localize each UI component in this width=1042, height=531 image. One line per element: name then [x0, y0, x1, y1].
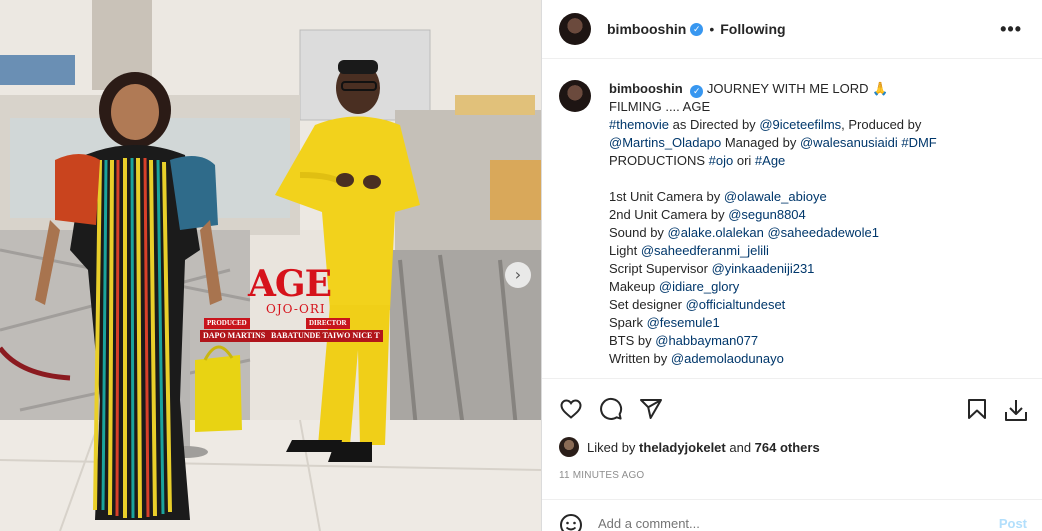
- mention-link[interactable]: @yinkaadeniji231: [712, 261, 815, 276]
- mention-link[interactable]: @saheedadewole1: [764, 225, 879, 240]
- credit-line: Written by @ademolaodunayo: [609, 350, 937, 368]
- mention-link[interactable]: @officialtundeset: [686, 297, 786, 312]
- liker-avatar[interactable]: [559, 437, 579, 457]
- caption-line1: JOURNEY WITH ME LORD 🙏: [706, 81, 889, 96]
- post-window: AGE OJO-ORI PRODUCED DIRECTOR DAPO MARTI…: [0, 0, 1042, 531]
- caption-username[interactable]: bimbooshin: [609, 81, 683, 96]
- likes-middle: and: [725, 439, 755, 455]
- header-username[interactable]: bimbooshin: [607, 21, 686, 37]
- caption-text-span: Managed by: [721, 135, 800, 150]
- following-button[interactable]: Following: [720, 21, 785, 37]
- comment-input[interactable]: [598, 516, 978, 531]
- director-label: DIRECTOR: [306, 318, 350, 329]
- caption-text-span: as Directed by: [668, 117, 760, 132]
- credit-line: Light @saheedferanmi_jelili: [609, 242, 937, 260]
- credit-line: Spark @fesemule1: [609, 314, 937, 332]
- comment-bar: Post: [542, 499, 1042, 531]
- verified-badge-icon: ✓: [690, 85, 704, 98]
- download-icon[interactable]: [1003, 397, 1029, 423]
- credit-label: Set designer: [609, 297, 686, 312]
- mention-link[interactable]: @9iceteefilms: [759, 117, 841, 132]
- liker-username[interactable]: theladyjokelet: [639, 440, 726, 455]
- post-sidebar: bimbooshin ✓ • Following ••• bimbooshin …: [541, 0, 1042, 531]
- credit-label: Written by: [609, 351, 671, 366]
- mention-link[interactable]: @fesemule1: [647, 315, 720, 330]
- comment-icon[interactable]: [599, 397, 623, 421]
- credit-label: Makeup: [609, 279, 659, 294]
- post-header: bimbooshin ✓ • Following •••: [542, 0, 1042, 59]
- director-name: BABATUNDE TAIWO NICE T: [268, 330, 383, 342]
- caption-line5: PRODUCTIONS #ojo ori #Age: [609, 152, 937, 170]
- avatar[interactable]: [559, 13, 591, 45]
- credit-line: Makeup @idiare_glory: [609, 278, 937, 296]
- likes-prefix: Liked by: [587, 439, 640, 455]
- caption-line2: FILMING .... AGE: [609, 99, 711, 114]
- verified-badge-icon: ✓: [690, 22, 704, 36]
- caption-line3: #themovie as Directed by @9iceteefilms, …: [609, 116, 937, 134]
- credit-line: Set designer @officialtundeset: [609, 296, 937, 314]
- produced-label: PRODUCED: [204, 318, 250, 329]
- credits-list: 1st Unit Camera by @olawale_abioye 2nd Un…: [609, 188, 937, 368]
- hashtag-link[interactable]: #ojo: [709, 153, 734, 168]
- credit-line: Sound by @alake.olalekan @saheedadewole1: [609, 224, 937, 242]
- credit-label: BTS by: [609, 333, 656, 348]
- mention-link[interactable]: @alake.olalekan: [668, 225, 764, 240]
- bookmark-icon[interactable]: [965, 397, 989, 421]
- likes-summary: Liked by theladyjokelet and 764 others: [559, 437, 820, 457]
- credit-label: Light: [609, 243, 641, 258]
- caption-line4: @Martins_Oladapo Managed by @walesanusia…: [609, 134, 937, 152]
- likes-text: Liked by theladyjokelet and 764 others: [587, 440, 820, 455]
- credit-label: Sound by: [609, 225, 668, 240]
- separator-dot: •: [709, 21, 715, 37]
- hashtag-link[interactable]: #themovie: [609, 117, 669, 132]
- post-timestamp[interactable]: 11 MINUTES AGO: [559, 470, 644, 481]
- caption-avatar[interactable]: [559, 80, 591, 112]
- mention-link[interactable]: @ademolaodunayo: [671, 351, 784, 366]
- credit-line: Script Supervisor @yinkaadeniji231: [609, 260, 937, 278]
- caption-text-span: PRODUCTIONS: [609, 153, 709, 168]
- chevron-right-icon[interactable]: ›: [505, 262, 531, 288]
- mention-link[interactable]: @walesanusiaidi: [800, 135, 898, 150]
- mention-link[interactable]: @saheedferanmi_jelili: [641, 243, 769, 258]
- action-bar: [542, 378, 1042, 433]
- more-options-icon[interactable]: •••: [1000, 19, 1022, 40]
- credit-line: 2nd Unit Camera by @segun8804: [609, 206, 937, 224]
- credit-line: BTS by @habbayman077: [609, 332, 937, 350]
- credit-label: 1st Unit Camera by: [609, 189, 724, 204]
- share-icon[interactable]: [639, 397, 663, 421]
- caption-text-span: , Produced by: [841, 117, 922, 132]
- poster-subtitle: OJO-ORI: [266, 302, 326, 316]
- mention-link[interactable]: @idiare_glory: [659, 279, 739, 294]
- post-comment-button[interactable]: Post: [999, 516, 1027, 531]
- credit-line: 1st Unit Camera by @olawale_abioye: [609, 188, 937, 206]
- hashtag-link[interactable]: #Age: [755, 153, 785, 168]
- mention-link[interactable]: @segun8804: [728, 207, 806, 222]
- poster-title: AGE: [248, 263, 332, 305]
- mention-link[interactable]: @Martins_Oladapo: [609, 135, 721, 150]
- producer-name: DAPO MARTINS: [200, 330, 269, 342]
- emoji-icon[interactable]: [559, 513, 583, 531]
- caption-text: bimbooshin ✓ JOURNEY WITH ME LORD 🙏 FILM…: [609, 80, 937, 368]
- heart-icon[interactable]: [559, 397, 583, 421]
- mention-link[interactable]: @habbayman077: [655, 333, 758, 348]
- mention-link[interactable]: @olawale_abioye: [724, 189, 827, 204]
- hashtag-link[interactable]: #DMF: [898, 135, 936, 150]
- credit-label: 2nd Unit Camera by: [609, 207, 729, 222]
- post-photo[interactable]: AGE OJO-ORI PRODUCED DIRECTOR DAPO MARTI…: [0, 0, 541, 531]
- likes-count[interactable]: 764 others: [755, 440, 820, 455]
- caption: bimbooshin ✓ JOURNEY WITH ME LORD 🙏 FILM…: [559, 80, 1029, 368]
- credit-label: Script Supervisor: [609, 261, 712, 276]
- credit-label: Spark: [609, 315, 647, 330]
- caption-text-span: ori: [733, 153, 755, 168]
